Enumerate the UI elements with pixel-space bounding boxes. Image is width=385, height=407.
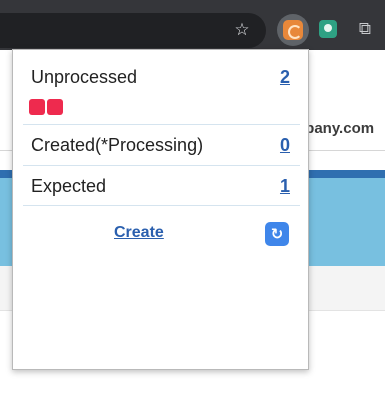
- active-extension-button[interactable]: [277, 14, 309, 46]
- create-link[interactable]: Create: [114, 224, 164, 242]
- row-unprocessed: Unprocessed 2: [23, 60, 300, 125]
- unprocessed-count-link[interactable]: 2: [280, 67, 290, 88]
- status-chip: [47, 99, 63, 115]
- refresh-icon[interactable]: ↻: [265, 222, 289, 246]
- unprocessed-status-chips: [29, 99, 63, 116]
- active-extension-icon: [283, 20, 303, 40]
- row-expected: Expected 1: [23, 166, 300, 206]
- puzzle-extensions-icon[interactable]: ⧉: [355, 19, 375, 39]
- green-extension-icon[interactable]: [319, 20, 337, 38]
- star-icon[interactable]: ☆: [232, 20, 252, 40]
- extension-popup: Unprocessed 2 Created(*Processing) 0 Exp…: [12, 49, 309, 370]
- expected-label: Expected: [31, 176, 107, 196]
- created-processing-label: Created(*Processing): [31, 135, 204, 155]
- status-chip: [29, 99, 45, 115]
- expected-count-link[interactable]: 1: [280, 176, 290, 197]
- created-processing-count-link[interactable]: 0: [280, 135, 290, 156]
- browser-toolbar: ☆ ⧉: [0, 0, 385, 50]
- row-created-processing: Created(*Processing) 0: [23, 125, 300, 166]
- address-bar[interactable]: [0, 13, 266, 48]
- unprocessed-label: Unprocessed: [31, 67, 138, 87]
